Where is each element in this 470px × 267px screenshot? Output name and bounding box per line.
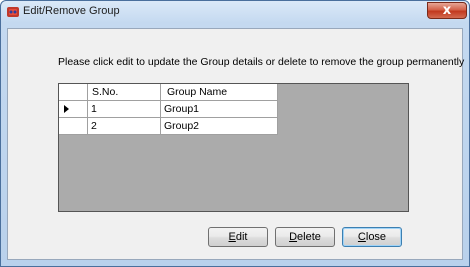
delete-button-mnemonic: D (289, 231, 298, 243)
instruction-text: Please click edit to update the Group de… (58, 56, 465, 68)
delete-button[interactable]: Delete (275, 227, 335, 247)
row-header[interactable] (59, 118, 88, 135)
current-row-indicator-icon (64, 105, 69, 113)
edit-button-mnemonic: E (228, 231, 236, 243)
title-bar[interactable]: Edit/Remove Group x (1, 1, 469, 23)
grid-cell-group-name[interactable]: Group1 (161, 101, 278, 118)
edit-button[interactable]: Edit (208, 227, 268, 247)
window-title: Edit/Remove Group (23, 5, 120, 17)
close-button-mnemonic: C (357, 231, 366, 243)
close-button-label: lose (365, 231, 387, 243)
dialog-window: Edit/Remove Group x Please click edit to… (0, 0, 470, 267)
groups-grid[interactable]: S.No. Group Name 1 Group1 2 Group2 (58, 83, 409, 212)
row-header[interactable] (59, 101, 88, 118)
column-header-sno[interactable]: S.No. (88, 84, 161, 101)
grid-cell-sno[interactable]: 2 (88, 118, 161, 135)
dialog-body: Please click edit to update the Group de… (7, 28, 465, 260)
window-close-button[interactable]: x (427, 2, 467, 19)
close-button[interactable]: Close (342, 227, 402, 247)
close-icon: x (442, 3, 452, 18)
grid-cell-group-name[interactable]: Group2 (161, 118, 278, 135)
column-header-group-name[interactable]: Group Name (161, 84, 278, 101)
edit-button-label: dit (235, 231, 248, 243)
grid-corner-header[interactable] (59, 84, 88, 101)
app-icon (7, 7, 19, 17)
grid-cell-sno[interactable]: 1 (88, 101, 161, 118)
delete-button-label: elete (297, 231, 321, 243)
